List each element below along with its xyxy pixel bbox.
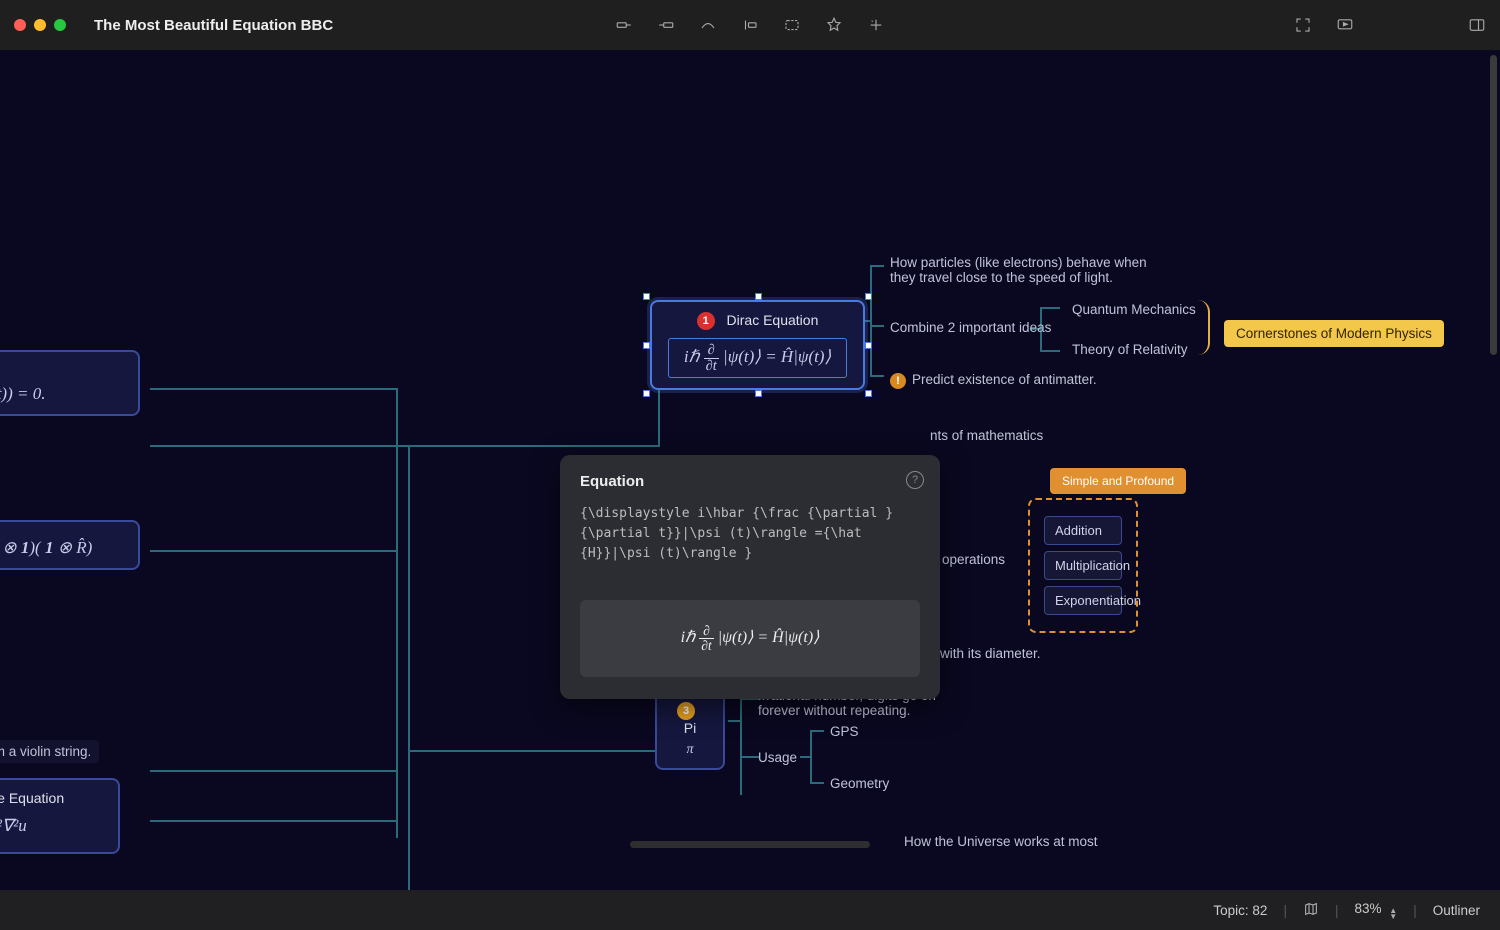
chip-simple-profound[interactable]: Simple and Profound bbox=[1050, 468, 1186, 494]
subtopic-left-icon[interactable] bbox=[615, 16, 633, 34]
mind-map-canvas[interactable]: uation (t), q̇(t)) = 0. R̂ ⊗ 1)( 1 ⊗ R̂)… bbox=[0, 50, 1500, 890]
zoom-stepper-icon[interactable]: ▲▼ bbox=[1389, 908, 1397, 920]
relationship-icon[interactable] bbox=[699, 16, 717, 34]
summary-icon[interactable] bbox=[741, 16, 759, 34]
node-equation[interactable]: iℏ ∂∂t |ψ(t)⟩ = Ĥ|ψ(t)⟩ bbox=[668, 338, 847, 378]
text-universe: How the Universe works at most bbox=[904, 834, 1098, 849]
text-violin: from a violin string. bbox=[0, 740, 99, 763]
equation-source-input[interactable]: {\displaystyle i\hbar {\frac {\partial }… bbox=[580, 504, 920, 564]
node-equation: R̂ ⊗ 1)( 1 ⊗ R̂) bbox=[0, 538, 122, 558]
op-exponentiation[interactable]: Exponentiation bbox=[1044, 586, 1122, 615]
warning-icon: ! bbox=[890, 373, 906, 389]
node-label: uation bbox=[0, 362, 122, 378]
separator: | bbox=[1335, 903, 1339, 918]
present-icon[interactable] bbox=[1336, 16, 1354, 34]
fullscreen-icon[interactable] bbox=[1294, 16, 1312, 34]
outliner-button[interactable]: Outliner bbox=[1433, 903, 1480, 918]
node-equation: u2 = c²∇²u bbox=[0, 812, 102, 842]
text-combine: Combine 2 important ideas bbox=[890, 320, 1051, 335]
popover-title: Equation bbox=[580, 473, 920, 490]
node-label: e Wave Equation bbox=[0, 790, 102, 806]
topic-count: Topic: 82 bbox=[1213, 903, 1267, 918]
node-equation-partial[interactable]: uation (t), q̇(t)) = 0. bbox=[0, 350, 140, 416]
add-icon[interactable] bbox=[867, 16, 885, 34]
horizontal-scrollbar[interactable] bbox=[630, 841, 870, 848]
op-multiplication[interactable]: Multiplication bbox=[1044, 551, 1122, 580]
text-usage: Usage bbox=[758, 750, 797, 765]
node-tensor-partial[interactable]: R̂ ⊗ 1)( 1 ⊗ R̂) bbox=[0, 520, 140, 570]
op-addition[interactable]: Addition bbox=[1044, 516, 1122, 545]
text-particles: How particles (like electrons) behave wh… bbox=[890, 255, 1150, 285]
text-tor: Theory of Relativity bbox=[1072, 342, 1188, 357]
document-title: The Most Beautiful Equation BBC bbox=[94, 17, 333, 34]
node-pi[interactable]: 3 Pi π bbox=[655, 690, 725, 770]
minimize-window[interactable] bbox=[34, 19, 46, 31]
panel-toggle-icon[interactable] bbox=[1468, 16, 1486, 34]
map-icon[interactable] bbox=[1303, 901, 1319, 920]
titlebar: The Most Beautiful Equation BBC bbox=[0, 0, 1500, 50]
node-wave-equation[interactable]: e Wave Equation u2 = c²∇²u bbox=[0, 778, 120, 854]
priority-badge: 1 bbox=[697, 312, 715, 330]
toolbar-right bbox=[1294, 16, 1486, 34]
text-geometry: Geometry bbox=[830, 776, 889, 791]
traffic-lights bbox=[14, 19, 66, 31]
vertical-scrollbar[interactable] bbox=[1490, 55, 1497, 355]
chip-cornerstone[interactable]: Cornerstones of Modern Physics bbox=[1224, 320, 1444, 347]
maximize-window[interactable] bbox=[54, 19, 66, 31]
star-icon[interactable] bbox=[825, 16, 843, 34]
boundary-icon[interactable] bbox=[783, 16, 801, 34]
node-label: Dirac Equation bbox=[727, 312, 819, 328]
equation-preview: iℏ ∂∂t |ψ(t)⟩ = Ĥ|ψ(t)⟩ bbox=[580, 600, 920, 676]
text-maths: nts of mathematics bbox=[930, 428, 1043, 443]
toolbar-center bbox=[615, 16, 885, 34]
operations-group[interactable]: Addition Multiplication Exponentiation bbox=[1028, 498, 1138, 633]
brace-icon bbox=[1198, 300, 1210, 355]
text-predict: !Predict existence of antimatter. bbox=[890, 372, 1097, 389]
subtopic-right-icon[interactable] bbox=[657, 16, 675, 34]
node-dirac-equation[interactable]: 1 Dirac Equation iℏ ∂∂t |ψ(t)⟩ = Ĥ|ψ(t)⟩ bbox=[650, 300, 865, 390]
help-icon[interactable]: ? bbox=[906, 471, 924, 489]
node-title-row: 3 Pi bbox=[673, 702, 707, 736]
text-gps: GPS bbox=[830, 724, 859, 739]
text-ratio: with its diameter. bbox=[940, 646, 1041, 661]
node-title-row: 1 Dirac Equation bbox=[668, 312, 847, 330]
status-bar: Topic: 82 | | 83% ▲▼ | Outliner bbox=[0, 890, 1500, 930]
text-qm: Quantum Mechanics bbox=[1072, 302, 1196, 317]
close-window[interactable] bbox=[14, 19, 26, 31]
separator: | bbox=[1413, 903, 1417, 918]
zoom-control[interactable]: 83% ▲▼ bbox=[1354, 901, 1397, 920]
equation-popover[interactable]: Equation ? {\displaystyle i\hbar {\frac … bbox=[560, 455, 940, 699]
separator: | bbox=[1283, 903, 1287, 918]
node-label: Pi bbox=[684, 720, 696, 736]
node-equation: π bbox=[673, 742, 707, 758]
text-ops: operations bbox=[942, 552, 1005, 567]
priority-badge: 3 bbox=[677, 702, 695, 720]
node-equation: (t), q̇(t)) = 0. bbox=[0, 384, 122, 404]
